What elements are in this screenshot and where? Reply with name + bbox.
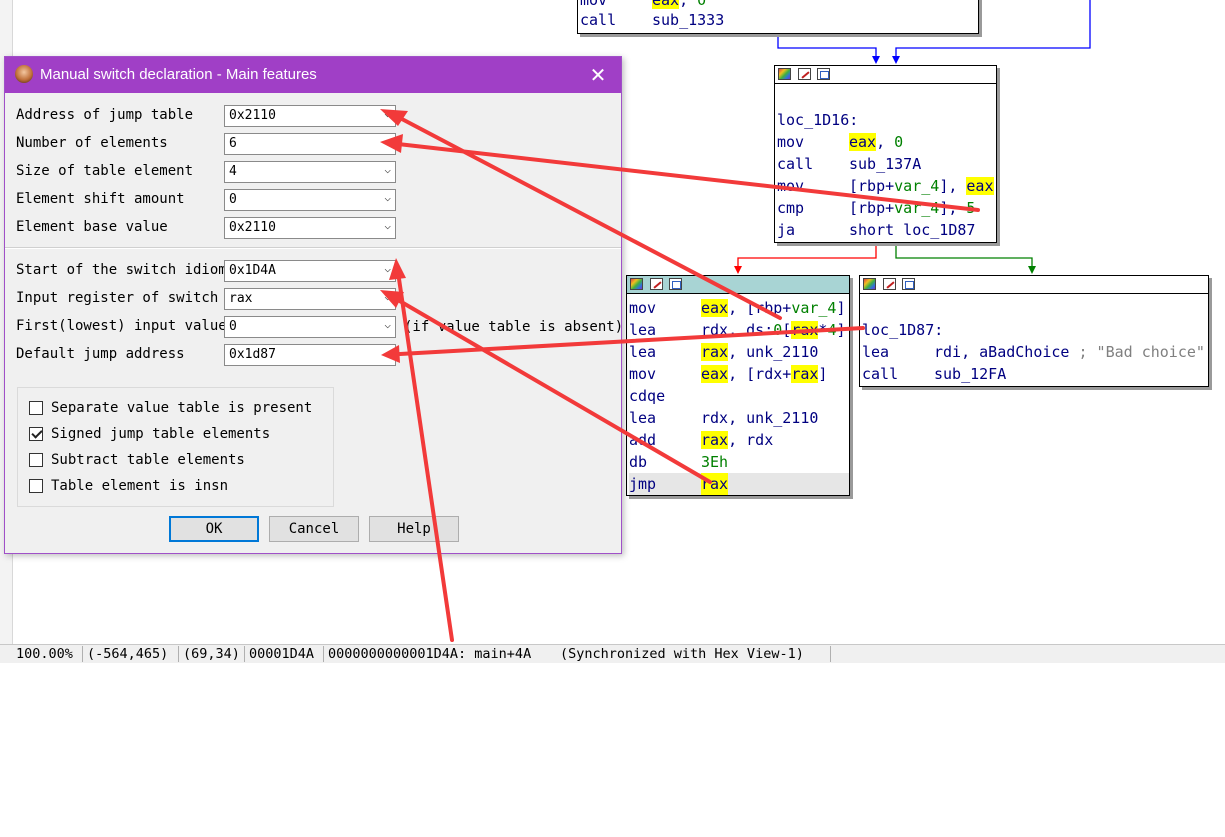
arrowhead xyxy=(381,345,400,363)
status-zoom: 100.00% xyxy=(16,646,73,662)
annotation-arrows xyxy=(380,109,980,642)
annotation-arrow-jump-table xyxy=(398,116,782,320)
arrowhead xyxy=(380,290,404,308)
status-bar: 100.00% (-564,465) (69,34) 00001D4A 0000… xyxy=(0,644,1225,663)
status-mouse-coords: (-564,465) xyxy=(87,646,169,662)
status-divider xyxy=(244,646,245,662)
status-address: 0000000000001D4A: main+4A xyxy=(328,646,532,662)
status-divider xyxy=(830,646,831,662)
arrowhead xyxy=(380,134,403,153)
arrowhead xyxy=(380,109,408,126)
status-sync: (Synchronized with Hex View-1) xyxy=(560,646,804,662)
annotation-arrow-elements xyxy=(396,142,980,212)
annotation-arrow-register xyxy=(396,298,712,484)
status-file-offset: 00001D4A xyxy=(249,646,315,662)
status-divider xyxy=(323,646,324,662)
status-block-coords: (69,34) xyxy=(183,646,240,662)
status-divider xyxy=(178,646,179,662)
arrowhead xyxy=(389,258,406,280)
status-divider xyxy=(82,646,83,662)
